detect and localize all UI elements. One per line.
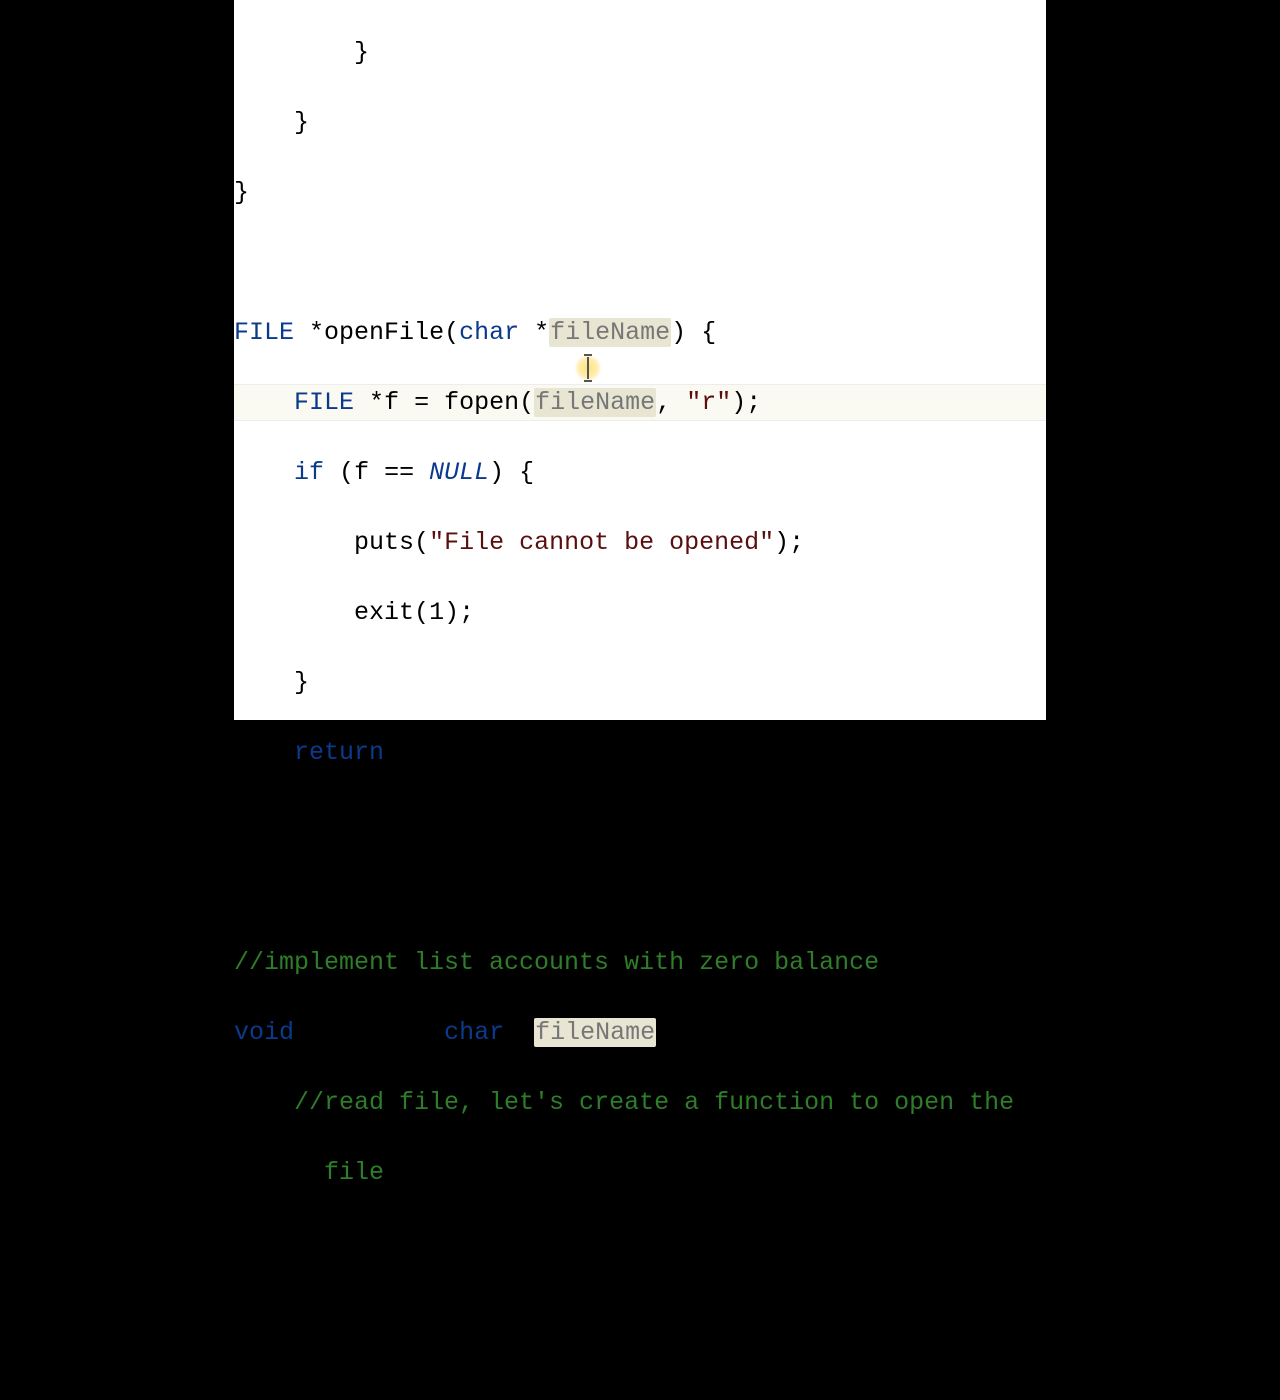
- brace: }: [294, 108, 309, 137]
- comma: ,: [656, 388, 671, 417]
- brace: }: [234, 1298, 249, 1327]
- paren: (: [429, 1018, 444, 1047]
- brace: }: [234, 178, 249, 207]
- fn-exit: exit: [354, 598, 414, 627]
- code-line: }: [234, 175, 1046, 210]
- code-line: }: [234, 1295, 1046, 1330]
- kw-void: void: [234, 1018, 294, 1047]
- type-char: char: [444, 1018, 504, 1047]
- brace: }: [234, 808, 249, 837]
- arg-filename: fileName: [534, 388, 656, 417]
- comment-readfile-b: file: [324, 1158, 384, 1187]
- brace: }: [294, 668, 309, 697]
- type-file: FILE: [234, 318, 294, 347]
- str-err: "File cannot be opened": [429, 528, 774, 557]
- param-filename: fileName: [549, 318, 671, 347]
- str-mode: "r": [686, 388, 731, 417]
- semi: ;: [459, 598, 474, 627]
- comment-readfile-a: //read file, let's create a function to …: [294, 1088, 1014, 1117]
- param-filename: fileName: [534, 1018, 656, 1047]
- fn-listzero: listZero: [309, 1018, 429, 1047]
- kw-if: if: [294, 458, 324, 487]
- semi: ;: [789, 528, 804, 557]
- fn-puts: puts: [354, 528, 414, 557]
- var-f: f: [399, 738, 414, 767]
- brace: {: [519, 458, 534, 487]
- semi: ;: [746, 388, 761, 417]
- brace: }: [354, 38, 369, 67]
- code-line: [234, 1225, 1046, 1260]
- code-editor[interactable]: } } } FILE *openFile(char *fileName) { F…: [234, 0, 1046, 720]
- comment-listzero: //implement list accounts with zero bala…: [234, 948, 879, 977]
- code-line: void listZero(char *fileName) {: [234, 1015, 1046, 1050]
- code-line-wrap: file: [234, 1155, 1046, 1190]
- op-star: *: [309, 318, 324, 347]
- var-f: f: [354, 458, 369, 487]
- code-block: } } } FILE *openFile(char *fileName) { F…: [234, 0, 1046, 1400]
- paren: (: [414, 598, 429, 627]
- code-line: if (f == NULL) {: [234, 455, 1046, 490]
- code-line: //read file, let's create a function to …: [234, 1085, 1046, 1120]
- paren: ): [444, 598, 459, 627]
- paren: ): [656, 1018, 671, 1047]
- code-line-current: FILE *f = fopen(fileName, "r");: [234, 384, 1046, 421]
- code-line: [234, 875, 1046, 910]
- semi: ;: [414, 738, 429, 767]
- op-star: *: [534, 318, 549, 347]
- code-line: }: [234, 805, 1046, 840]
- paren: ): [489, 458, 504, 487]
- kw-return: return: [294, 738, 384, 767]
- code-line: }: [234, 105, 1046, 140]
- fn-openfile: openFile: [324, 318, 444, 347]
- code-line: [234, 245, 1046, 280]
- code-line: puts("File cannot be opened");: [234, 525, 1046, 560]
- code-line: exit(1);: [234, 595, 1046, 630]
- paren: (: [339, 458, 354, 487]
- op-star: *: [369, 388, 384, 417]
- fn-fopen: fopen: [444, 388, 519, 417]
- num-one: 1: [429, 598, 444, 627]
- op-star: *: [519, 1018, 534, 1047]
- var-f: f: [384, 388, 399, 417]
- paren: (: [444, 318, 459, 347]
- type-char: char: [459, 318, 519, 347]
- paren: (: [414, 528, 429, 557]
- op-eq: =: [414, 388, 429, 417]
- const-null: NULL: [429, 458, 489, 487]
- paren: ): [774, 528, 789, 557]
- code-line: //implement list accounts with zero bala…: [234, 945, 1046, 980]
- paren: (: [519, 388, 534, 417]
- brace: {: [686, 1018, 701, 1047]
- paren: ): [731, 388, 746, 417]
- code-line: FILE *openFile(char *fileName) {: [234, 315, 1046, 350]
- brace: {: [701, 318, 716, 347]
- type-file: FILE: [294, 388, 354, 417]
- code-line: }: [234, 35, 1046, 70]
- paren: ): [671, 318, 686, 347]
- code-line: return f;: [234, 735, 1046, 770]
- code-line: }: [234, 665, 1046, 700]
- op-eqeq: ==: [384, 458, 414, 487]
